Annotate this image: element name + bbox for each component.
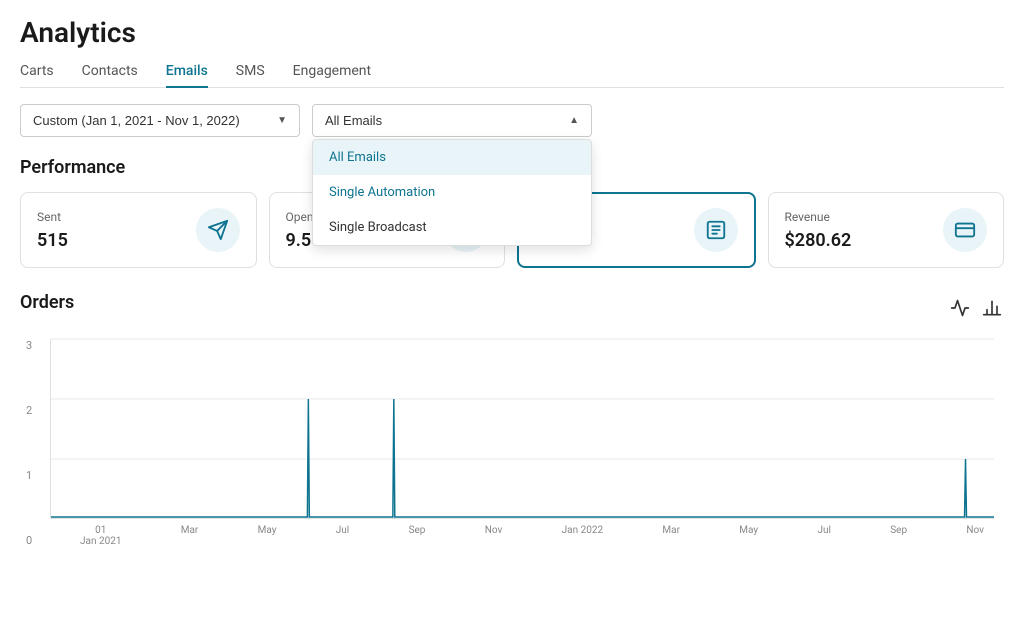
- email-filter-dropdown: All Emails Single Automation Single Broa…: [312, 139, 592, 246]
- date-filter-button[interactable]: Custom (Jan 1, 2021 - Nov 1, 2022) ▼: [20, 104, 300, 137]
- document-icon: [694, 208, 738, 252]
- chart-wrapper: 0 1 2 3: [50, 339, 994, 547]
- x-label-mar2022: Mar: [662, 525, 680, 547]
- orders-chart-title: Orders: [20, 292, 74, 313]
- tab-contacts[interactable]: Contacts: [82, 63, 138, 87]
- money-icon: [943, 208, 987, 252]
- date-filter-container: Custom (Jan 1, 2021 - Nov 1, 2022) ▼: [20, 104, 300, 137]
- card-revenue: Revenue $280.62: [768, 192, 1005, 268]
- email-filter-chevron: ▲: [569, 115, 579, 126]
- chart-x-labels: 01 Jan 2021 Mar May Jul Sep Nov: [80, 525, 984, 547]
- x-label-sep2022: Sep: [890, 525, 907, 547]
- x-label-may2021: May: [258, 525, 277, 547]
- y-label-0: 0: [26, 534, 32, 547]
- chart-svg: [51, 339, 994, 519]
- x-label-sep2021: Sep: [409, 525, 426, 547]
- card-sent: Sent 515: [20, 192, 257, 268]
- tab-emails[interactable]: Emails: [166, 63, 208, 87]
- dropdown-item-single-automation[interactable]: Single Automation: [313, 175, 591, 210]
- chart-controls: [948, 296, 1004, 324]
- tabs-nav: Carts Contacts Emails SMS Engagement: [20, 63, 1004, 88]
- page-title: Analytics: [20, 16, 1004, 49]
- card-sent-value: 515: [37, 230, 68, 251]
- send-icon: [196, 208, 240, 252]
- x-label-jan2022: Jan 2022: [562, 525, 603, 547]
- tab-carts[interactable]: Carts: [20, 63, 54, 87]
- date-filter-label: Custom (Jan 1, 2021 - Nov 1, 2022): [33, 113, 240, 128]
- orders-chart-section: Orders 0 1 2 3: [20, 292, 1004, 547]
- x-label-mar2021: Mar: [181, 525, 199, 547]
- y-label-3: 3: [26, 339, 32, 352]
- bar-chart-icon[interactable]: [980, 296, 1004, 324]
- chart-y-labels: 0 1 2 3: [26, 339, 32, 547]
- tab-engagement[interactable]: Engagement: [293, 63, 371, 87]
- card-revenue-label: Revenue: [785, 210, 852, 224]
- y-label-2: 2: [26, 404, 32, 417]
- x-label-jan2021: 01 Jan 2021: [80, 525, 121, 547]
- x-label-nov2021: Nov: [485, 525, 503, 547]
- card-sent-label: Sent: [37, 210, 68, 224]
- line-chart-icon[interactable]: [948, 296, 972, 324]
- y-label-1: 1: [26, 469, 32, 482]
- filters-row: Custom (Jan 1, 2021 - Nov 1, 2022) ▼ All…: [20, 104, 1004, 137]
- tab-sms[interactable]: SMS: [236, 63, 265, 87]
- email-filter-container: All Emails ▲ All Emails Single Automatio…: [312, 104, 592, 137]
- orders-header: Orders: [20, 292, 1004, 327]
- card-revenue-value: $280.62: [785, 230, 852, 251]
- x-label-jul2022: Jul: [817, 525, 830, 547]
- chart-area: [50, 339, 994, 519]
- x-label-may2022: May: [739, 525, 758, 547]
- email-filter-button[interactable]: All Emails ▲: [312, 104, 592, 137]
- dropdown-item-all-emails[interactable]: All Emails: [313, 140, 591, 175]
- date-filter-chevron: ▼: [277, 115, 287, 126]
- x-label-jul2021: Jul: [336, 525, 349, 547]
- email-filter-label: All Emails: [325, 113, 382, 128]
- x-label-nov2022: Nov: [966, 525, 984, 547]
- dropdown-item-single-broadcast[interactable]: Single Broadcast: [313, 210, 591, 245]
